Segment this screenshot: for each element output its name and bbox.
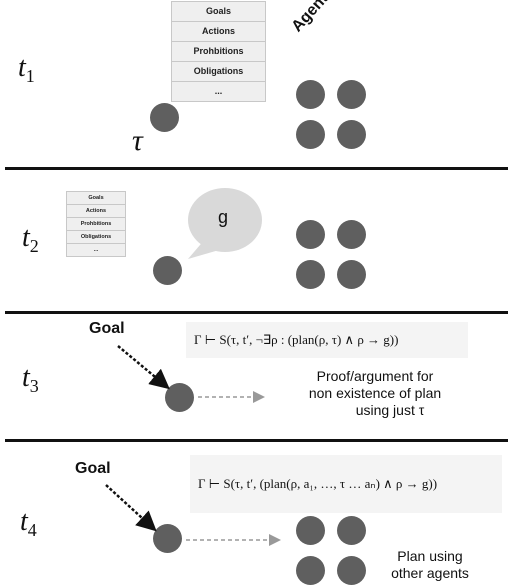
goal-arrow-t3: [117, 345, 170, 390]
arrows-layer: [105, 345, 281, 546]
goal-arrow-t4: [105, 484, 157, 532]
